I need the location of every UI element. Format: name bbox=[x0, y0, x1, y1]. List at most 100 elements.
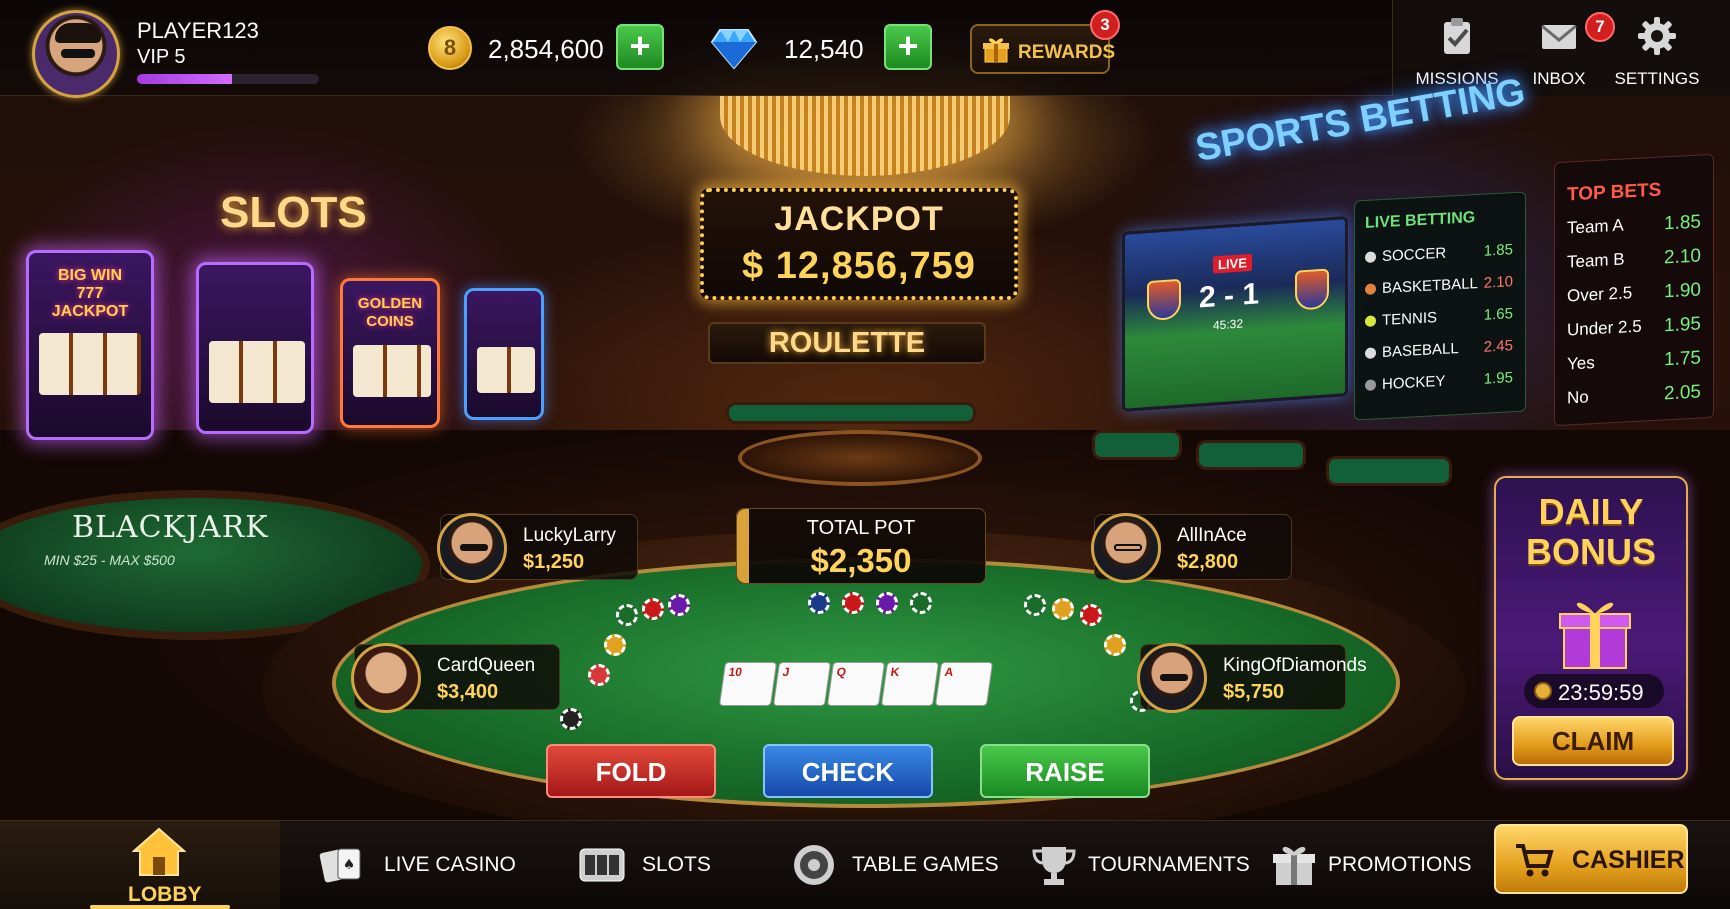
buy-coins-button[interactable]: + bbox=[616, 24, 664, 70]
avatar-hair bbox=[55, 23, 101, 43]
sport-name: SOCCER bbox=[1382, 244, 1447, 266]
raise-button[interactable]: RAISE bbox=[980, 744, 1150, 798]
community-card: A bbox=[934, 662, 994, 706]
bet-odds: 1.95 bbox=[1664, 313, 1701, 337]
top-bet-row[interactable]: Yes 1.75 bbox=[1567, 347, 1707, 384]
sport-name: TENNIS bbox=[1382, 309, 1438, 330]
player-avatar[interactable] bbox=[32, 10, 120, 98]
daily-bonus-panel: DAILY BONUS 23:59:59 CLAIM bbox=[1494, 476, 1688, 780]
nav-active-indicator bbox=[90, 905, 230, 909]
gear-icon bbox=[1638, 17, 1676, 55]
slot-machine-2[interactable] bbox=[196, 262, 314, 434]
bet-label: No bbox=[1567, 387, 1589, 408]
rewards-label: REWARDS bbox=[1018, 42, 1116, 63]
live-bet-row[interactable]: BASEBALL 2.45 bbox=[1365, 337, 1521, 373]
community-card: J bbox=[772, 662, 832, 706]
nav-table-games[interactable]: TABLE GAMES bbox=[790, 821, 999, 909]
nav-promotions-label: PROMOTIONS bbox=[1328, 853, 1472, 876]
slot-machine-golden-coins[interactable]: GOLDEN COINS bbox=[340, 278, 440, 428]
chip-stack bbox=[642, 598, 664, 620]
player-seat-allinace[interactable]: AllInAce $2,800 bbox=[1091, 513, 1292, 583]
check-button[interactable]: CHECK bbox=[763, 744, 933, 798]
trophy-icon bbox=[1032, 847, 1076, 885]
live-bet-row[interactable]: SOCCER 1.85 bbox=[1365, 241, 1521, 277]
daily-bonus-title: DAILY BONUS bbox=[1525, 491, 1656, 572]
rewards-button[interactable]: REWARDS bbox=[970, 24, 1115, 74]
chip-stack bbox=[842, 592, 864, 614]
clock-icon bbox=[1534, 682, 1552, 700]
clipboard-icon bbox=[1444, 18, 1470, 54]
gift-box-icon bbox=[1559, 602, 1631, 669]
bet-odds: 1.90 bbox=[1664, 279, 1701, 303]
top-bet-row[interactable]: Team B 2.10 bbox=[1567, 245, 1707, 282]
chip-stack bbox=[1024, 594, 1046, 616]
nav-promotions[interactable]: PROMOTIONS bbox=[1270, 821, 1472, 909]
fold-button[interactable]: FOLD bbox=[546, 744, 716, 798]
slot-machine-wild[interactable] bbox=[464, 288, 544, 420]
bet-odds: 2.10 bbox=[1664, 245, 1701, 269]
live-match-screen[interactable]: LIVE 2 - 1 45:32 bbox=[1122, 216, 1348, 412]
pot-accent-bar bbox=[737, 509, 749, 583]
chip-stack bbox=[616, 604, 638, 626]
cashier-button[interactable]: CASHIER bbox=[1494, 824, 1688, 894]
roulette-sign[interactable]: ROULETTE bbox=[708, 322, 986, 364]
chip-stack bbox=[808, 592, 830, 614]
live-bet-row[interactable]: TENNIS 1.65 bbox=[1365, 305, 1521, 341]
top-bet-row[interactable]: Team A 1.85 bbox=[1567, 211, 1707, 248]
player-name: KingOfDiamonds bbox=[1223, 655, 1367, 676]
nav-lobby-label: LOBBY bbox=[128, 883, 202, 906]
coin-balance: 2,854,600 bbox=[488, 34, 604, 64]
team-crest-home bbox=[1147, 278, 1181, 322]
nav-lobby[interactable]: LOBBY bbox=[0, 821, 280, 909]
player-chips: $1,250 bbox=[523, 551, 585, 573]
hockey-icon bbox=[1365, 379, 1376, 391]
live-tag: LIVE bbox=[1213, 253, 1252, 274]
chip-stack bbox=[668, 594, 690, 616]
background-table bbox=[1196, 440, 1306, 470]
slots-sign: SLOTS bbox=[220, 188, 367, 237]
bet-odds: 1.65 bbox=[1483, 305, 1513, 324]
bet-odds: 2.45 bbox=[1483, 337, 1513, 356]
chip-stack bbox=[1104, 634, 1126, 656]
sport-name: HOCKEY bbox=[1382, 372, 1446, 394]
vip-progress-bar bbox=[137, 74, 319, 84]
player-avatar bbox=[351, 643, 421, 713]
avatar-glasses bbox=[1114, 544, 1142, 551]
sport-name: BASEBALL bbox=[1382, 340, 1459, 362]
top-bet-row[interactable]: No 2.05 bbox=[1567, 381, 1707, 418]
slot-reels bbox=[209, 341, 305, 403]
slot-machine-title: BIG WIN 777 JACKPOT bbox=[51, 267, 129, 320]
coin-icon: 8 bbox=[428, 26, 472, 70]
nav-slots[interactable]: SLOTS bbox=[578, 821, 711, 909]
nav-live-casino[interactable]: ♠ LIVE CASINO bbox=[318, 821, 516, 909]
settings-label: SETTINGS bbox=[1614, 69, 1700, 88]
top-menu: MISSIONS INBOX 7 SETTINGS bbox=[1392, 0, 1730, 96]
bet-odds: 2.05 bbox=[1664, 381, 1701, 405]
buy-gems-button[interactable]: + bbox=[884, 24, 932, 70]
slot-machine-icon bbox=[579, 848, 625, 882]
settings-button[interactable]: SETTINGS bbox=[1607, 16, 1707, 89]
match-score: 2 - 1 bbox=[1199, 277, 1260, 315]
nav-tournaments[interactable]: TOURNAMENTS bbox=[1030, 821, 1250, 909]
top-bet-row[interactable]: Over 2.5 1.90 bbox=[1567, 279, 1707, 316]
top-bets-board: TOP BETS Team A 1.85 Team B 2.10 Over 2.5 1… bbox=[1554, 153, 1714, 427]
pot-value: $2,350 bbox=[810, 542, 912, 579]
live-bet-row[interactable]: HOCKEY 1.95 bbox=[1365, 369, 1521, 405]
claim-button[interactable]: CLAIM bbox=[1512, 716, 1674, 766]
slot-machine-big-win[interactable]: BIG WIN 777 JACKPOT bbox=[26, 250, 154, 440]
player-seat-cardqueen[interactable]: CardQueen $3,400 bbox=[351, 643, 560, 713]
player-seat-kingofdiamonds[interactable]: KingOfDiamonds $5,750 bbox=[1137, 643, 1367, 713]
slot-reels bbox=[353, 345, 431, 397]
chandelier bbox=[720, 96, 1010, 176]
slot-machine-title: GOLDEN COINS bbox=[357, 295, 423, 330]
bet-odds: 1.95 bbox=[1483, 369, 1513, 388]
roulette-icon bbox=[794, 845, 834, 885]
top-bet-row[interactable]: Under 2.5 1.95 bbox=[1567, 313, 1707, 350]
live-bet-row[interactable]: BASKETBALL 2.10 bbox=[1365, 273, 1521, 309]
player-seat-luckylarry[interactable]: LuckyLarry $1,250 bbox=[437, 513, 638, 583]
roulette-wheel[interactable] bbox=[738, 430, 982, 486]
chip-stack bbox=[588, 664, 610, 686]
player-avatar bbox=[1137, 643, 1207, 713]
chip-stack bbox=[1080, 604, 1102, 626]
total-pot: TOTAL POT $2,350 bbox=[736, 508, 986, 584]
